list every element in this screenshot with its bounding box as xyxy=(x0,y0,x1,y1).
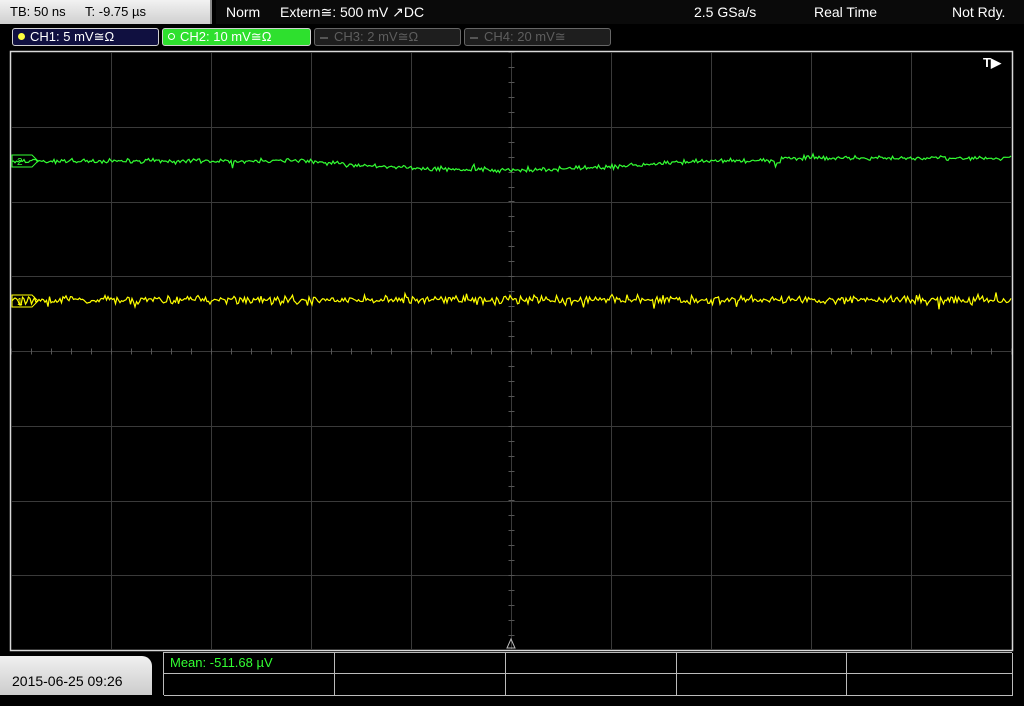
date-time-label: 2015-06-25 09:26 xyxy=(12,673,123,689)
trigger-position-marker[interactable]: T▶ xyxy=(983,55,1002,70)
measurement-mean[interactable]: Mean: -511.68 µV xyxy=(164,653,335,674)
channel-1-marker-label: 1 xyxy=(17,297,23,308)
measurement-mean-label: Mean: -511.68 µV xyxy=(170,655,273,670)
measurement-slot[interactable] xyxy=(677,653,847,674)
waveform-display[interactable]: 2 1 T▶ xyxy=(0,0,1024,695)
measurement-slot[interactable] xyxy=(847,653,1013,674)
date-time-display: 2015-06-25 09:26 xyxy=(0,656,152,695)
measurement-slot[interactable] xyxy=(335,653,506,674)
measurement-slot[interactable] xyxy=(506,653,677,674)
measurement-slot[interactable] xyxy=(506,674,677,696)
measurement-table[interactable]: Mean: -511.68 µV xyxy=(163,652,1013,696)
graticule xyxy=(11,52,1012,650)
channel-2-marker-label: 2 xyxy=(17,157,23,168)
measurement-slot[interactable] xyxy=(335,674,506,696)
measurement-slot[interactable] xyxy=(164,674,335,696)
measurement-slot[interactable] xyxy=(677,674,847,696)
measurement-slot[interactable] xyxy=(847,674,1013,696)
